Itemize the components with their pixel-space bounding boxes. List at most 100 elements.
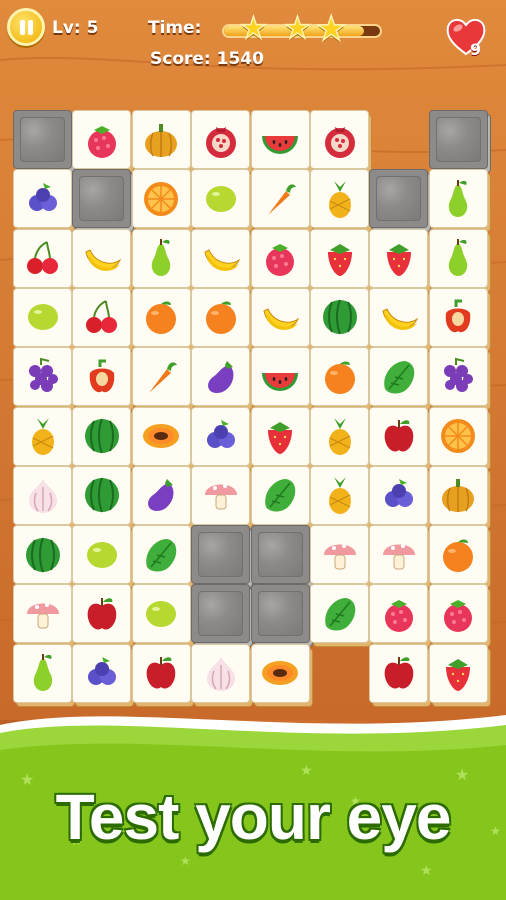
lettuce-tile[interactable] — [251, 466, 309, 524]
stone-block-tile[interactable] — [251, 526, 309, 584]
watermelon-tile[interactable] — [73, 466, 131, 524]
orange-half-tile[interactable] — [132, 170, 190, 228]
lime-tile[interactable] — [192, 170, 250, 228]
raspberry-tile[interactable] — [429, 585, 487, 643]
banana-tile[interactable] — [192, 229, 250, 287]
lime-tile[interactable] — [132, 585, 190, 643]
mushroom-icon — [14, 585, 71, 642]
eggplant-tile[interactable] — [132, 466, 190, 524]
tangerine-icon — [430, 526, 487, 583]
pumpkin-tile[interactable] — [429, 466, 487, 524]
strawberry-tile[interactable] — [429, 644, 487, 702]
orange-half-tile[interactable] — [429, 407, 487, 465]
tangerine-tile[interactable] — [311, 348, 368, 406]
mushroom-tile[interactable] — [192, 466, 250, 524]
tangerine-icon — [133, 289, 190, 346]
watermelon-slice-tile[interactable] — [251, 348, 309, 406]
raspberry-tile[interactable] — [73, 111, 131, 168]
watermelon-tile[interactable] — [73, 407, 131, 465]
apple-tile[interactable] — [73, 585, 131, 643]
lettuce-tile[interactable] — [370, 348, 428, 406]
pomegranate-icon — [311, 111, 368, 168]
pear-tile[interactable] — [132, 229, 190, 287]
raspberry-tile[interactable] — [370, 585, 428, 643]
garlic-tile[interactable] — [14, 466, 71, 524]
mushroom-tile[interactable] — [311, 526, 368, 584]
stone-block-tile[interactable] — [370, 170, 428, 228]
svg-text:★: ★ — [420, 863, 433, 879]
garlic-tile[interactable] — [192, 644, 250, 702]
blueberries-tile[interactable] — [370, 466, 428, 524]
mushroom-tile[interactable] — [370, 526, 428, 584]
grapes-icon — [430, 348, 487, 405]
lime-tile[interactable] — [14, 288, 71, 346]
watermelon-tile[interactable] — [14, 526, 71, 584]
stone-block-tile[interactable] — [429, 111, 487, 168]
lettuce-icon — [252, 467, 309, 524]
raspberry-icon — [252, 230, 309, 287]
pomegranate-tile[interactable] — [311, 111, 368, 168]
cherries-tile[interactable] — [14, 229, 71, 287]
lime-icon — [192, 170, 249, 227]
pumpkin-icon — [430, 467, 487, 524]
blueberries-tile[interactable] — [14, 170, 71, 228]
raspberry-tile[interactable] — [251, 229, 309, 287]
lettuce-tile[interactable] — [311, 585, 368, 643]
stone-block-tile[interactable] — [14, 111, 71, 168]
star-icon: ★ — [315, 9, 347, 49]
blueberries-tile[interactable] — [192, 407, 250, 465]
stone-block-tile[interactable] — [73, 170, 131, 228]
apple-tile[interactable] — [370, 407, 428, 465]
carrot-tile[interactable] — [251, 170, 309, 228]
tangerine-tile[interactable] — [429, 526, 487, 584]
strawberry-tile[interactable] — [251, 407, 309, 465]
pomegranate-icon — [192, 111, 249, 168]
tangerine-tile[interactable] — [192, 288, 250, 346]
pumpkin-tile[interactable] — [132, 111, 190, 168]
eggplant-tile[interactable] — [192, 348, 250, 406]
pineapple-tile[interactable] — [311, 466, 368, 524]
stone-block-tile[interactable] — [251, 585, 309, 643]
pineapple-tile[interactable] — [14, 407, 71, 465]
papaya-tile[interactable] — [132, 407, 190, 465]
stone-block-tile[interactable] — [192, 585, 250, 643]
grapes-tile[interactable] — [14, 348, 71, 406]
watermelon-slice-tile[interactable] — [251, 111, 309, 168]
lives-heart-icon[interactable] — [444, 14, 488, 58]
strawberry-tile[interactable] — [311, 229, 368, 287]
tangerine-tile[interactable] — [132, 288, 190, 346]
grapes-tile[interactable] — [429, 348, 487, 406]
lettuce-tile[interactable] — [132, 526, 190, 584]
pineapple-tile[interactable] — [311, 170, 368, 228]
pear-tile[interactable] — [429, 170, 487, 228]
stone-block-tile[interactable] — [192, 526, 250, 584]
papaya-tile[interactable] — [251, 644, 309, 702]
pineapple-tile[interactable] — [311, 407, 368, 465]
banana-tile[interactable] — [73, 229, 131, 287]
pear-tile[interactable] — [14, 644, 71, 702]
strawberry-icon — [252, 408, 309, 465]
cherries-tile[interactable] — [73, 288, 131, 346]
mushroom-tile[interactable] — [14, 585, 71, 643]
pineapple-icon — [311, 408, 368, 465]
apple-tile[interactable] — [370, 644, 428, 702]
apple-tile[interactable] — [132, 644, 190, 702]
banana-tile[interactable] — [251, 288, 309, 346]
carrot-tile[interactable] — [132, 348, 190, 406]
tangerine-icon — [192, 289, 249, 346]
apple-icon — [370, 408, 427, 465]
banana-tile[interactable] — [370, 288, 428, 346]
carrot-icon — [133, 348, 190, 405]
orange-half-icon — [430, 408, 487, 465]
lettuce-icon — [311, 585, 368, 642]
pause-button[interactable] — [7, 8, 45, 46]
pear-tile[interactable] — [429, 229, 487, 287]
watermelon-icon — [14, 526, 71, 583]
blueberries-tile[interactable] — [73, 644, 131, 702]
watermelon-tile[interactable] — [311, 288, 368, 346]
bell-pepper-tile[interactable] — [429, 288, 487, 346]
strawberry-tile[interactable] — [370, 229, 428, 287]
pomegranate-tile[interactable] — [192, 111, 250, 168]
bell-pepper-tile[interactable] — [73, 348, 131, 406]
lime-tile[interactable] — [73, 526, 131, 584]
